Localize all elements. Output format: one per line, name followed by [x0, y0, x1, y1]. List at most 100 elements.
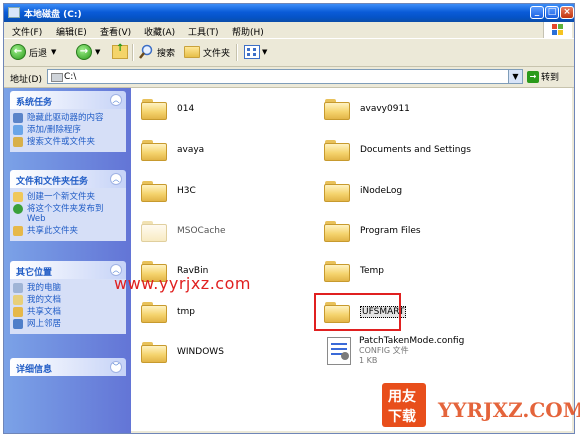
- my-computer-icon: [13, 283, 23, 293]
- folders-button[interactable]: 文件夹: [184, 43, 230, 61]
- menu-favorites[interactable]: 收藏(A): [144, 25, 175, 38]
- forward-button[interactable]: → ▼: [76, 43, 100, 61]
- folder-item[interactable]: 014: [141, 93, 194, 125]
- search-files-icon: [13, 137, 23, 147]
- other-places-header[interactable]: 其它位置 ︿: [10, 261, 126, 279]
- close-button[interactable]: ×: [560, 6, 574, 19]
- task-hide-drive-contents[interactable]: 隐藏此驱动器的内容: [10, 112, 126, 124]
- menu-help[interactable]: 帮助(H): [232, 25, 264, 38]
- task-publish-web[interactable]: 将这个文件夹发布到 Web: [10, 203, 126, 225]
- file-list: 014 avavy0911 avaya Documents and Settin…: [131, 88, 572, 431]
- search-button[interactable]: 搜索: [138, 43, 175, 61]
- folder-item[interactable]: H3C: [141, 175, 196, 207]
- back-button[interactable]: ← 后退 ▼: [10, 43, 56, 61]
- expand-icon[interactable]: ﹀: [110, 361, 122, 373]
- folder-icon: [141, 180, 167, 202]
- title-bar[interactable]: 本地磁盘 (C:) _ □ ×: [4, 4, 574, 22]
- window-title: 本地磁盘 (C:): [24, 10, 82, 20]
- up-folder-button[interactable]: [112, 43, 128, 61]
- task-add-remove-programs[interactable]: 添加/删除程序: [10, 124, 126, 136]
- forward-arrow-icon: →: [76, 44, 92, 60]
- menu-file[interactable]: 文件(F): [12, 25, 42, 38]
- system-tasks-panel: 系统任务 ︿ 隐藏此驱动器的内容 添加/删除程序 搜索文件或文件夹: [10, 91, 126, 152]
- menu-edit[interactable]: 编辑(E): [56, 25, 87, 38]
- task-label: 隐藏此驱动器的内容: [27, 113, 104, 123]
- folder-name: 014: [177, 104, 195, 114]
- windows-logo-icon: [543, 22, 572, 38]
- place-my-documents[interactable]: 我的文档: [10, 294, 126, 306]
- task-pane: 系统任务 ︿ 隐藏此驱动器的内容 添加/删除程序 搜索文件或文件夹 文件和文件夹…: [4, 88, 131, 433]
- folder-item[interactable]: avaya: [141, 134, 204, 166]
- add-remove-icon: [13, 125, 23, 135]
- task-new-folder[interactable]: 创建一个新文件夹: [10, 191, 126, 203]
- folder-icon: [324, 139, 350, 161]
- folder-name: tmp: [177, 307, 196, 317]
- folder-item[interactable]: MSOCache: [141, 215, 226, 247]
- file-folder-tasks-header[interactable]: 文件和文件夹任务 ︿: [10, 170, 126, 188]
- back-dropdown-icon[interactable]: ▼: [51, 48, 56, 56]
- back-label: 后退: [29, 48, 48, 59]
- views-dropdown-icon[interactable]: ▼: [262, 48, 267, 56]
- folder-item[interactable]: tmp: [141, 296, 195, 328]
- file-item[interactable]: PatchTakenMode.config CONFIG 文件 1 KB: [327, 334, 464, 368]
- details-title: 详细信息: [16, 365, 53, 375]
- task-search-files[interactable]: 搜索文件或文件夹: [10, 136, 126, 148]
- forward-dropdown-icon[interactable]: ▼: [95, 48, 100, 56]
- collapse-icon[interactable]: ︿: [110, 173, 122, 185]
- task-label: 将这个文件夹发布到 Web: [27, 204, 104, 224]
- folder-icon: [141, 139, 167, 161]
- place-network[interactable]: 网上邻居: [10, 318, 126, 330]
- my-documents-icon: [13, 295, 23, 305]
- menu-tools[interactable]: 工具(T): [188, 25, 219, 38]
- task-label: 添加/删除程序: [27, 125, 81, 135]
- folder-name: Documents and Settings: [360, 145, 471, 155]
- system-tasks-header[interactable]: 系统任务 ︿: [10, 91, 126, 109]
- maximize-button[interactable]: □: [545, 6, 559, 19]
- folder-item[interactable]: avavy0911: [324, 93, 410, 125]
- folder-item[interactable]: WINDOWS: [141, 336, 224, 368]
- toolbar-separator: [236, 44, 238, 61]
- address-input[interactable]: C:\ ▼: [47, 69, 523, 84]
- place-label: 网上邻居: [27, 319, 62, 329]
- up-folder-icon: [112, 43, 128, 59]
- web-publish-icon: [13, 204, 23, 214]
- back-arrow-icon: ←: [10, 44, 26, 60]
- folder-icon: [141, 301, 167, 323]
- folder-name: avaya: [177, 145, 205, 155]
- folder-name: iNodeLog: [360, 186, 403, 196]
- place-shared-documents[interactable]: 共享文档: [10, 306, 126, 318]
- place-label: 我的文档: [27, 295, 62, 305]
- task-label: 共享此文件夹: [27, 226, 79, 236]
- go-arrow-icon: →: [527, 70, 539, 83]
- views-button[interactable]: ▼: [244, 43, 267, 61]
- folder-item[interactable]: iNodeLog: [324, 175, 402, 207]
- highlight-box: [314, 293, 401, 331]
- folders-icon: [184, 46, 200, 58]
- toolbar: ← 后退 ▼ → ▼ 搜索 文件夹: [4, 39, 574, 67]
- folder-name: MSOCache: [177, 226, 226, 236]
- address-dropdown-icon[interactable]: ▼: [508, 70, 522, 83]
- address-bar: 地址(D) C:\ ▼ → 转到: [4, 67, 574, 88]
- search-label: 搜索: [157, 48, 176, 59]
- go-button[interactable]: → 转到: [527, 70, 559, 83]
- folder-item[interactable]: Program Files: [324, 215, 421, 247]
- place-my-computer[interactable]: 我的电脑: [10, 282, 126, 294]
- address-label: 地址(D): [10, 75, 42, 85]
- place-label: 共享文档: [27, 307, 62, 317]
- collapse-icon[interactable]: ︿: [110, 94, 122, 106]
- logo-top-text: 用友: [388, 389, 416, 405]
- minimize-button[interactable]: _: [530, 6, 544, 19]
- logo-watermark: 用友 下载: [382, 383, 426, 427]
- folders-label: 文件夹: [203, 48, 231, 59]
- task-share-folder[interactable]: 共享此文件夹: [10, 225, 126, 237]
- menu-view[interactable]: 查看(V): [100, 25, 131, 38]
- hide-contents-icon: [13, 113, 23, 123]
- folder-item[interactable]: Documents and Settings: [324, 134, 471, 166]
- views-icon: [244, 45, 260, 59]
- file-folder-tasks-title: 文件和文件夹任务: [16, 177, 89, 187]
- folder-item[interactable]: Temp: [324, 255, 384, 287]
- logo-bottom-text: 下载: [388, 409, 416, 425]
- system-tasks-title: 系统任务: [16, 98, 53, 108]
- menu-bar: 文件(F) 编辑(E) 查看(V) 收藏(A) 工具(T) 帮助(H): [4, 22, 574, 39]
- details-header[interactable]: 详细信息 ﹀: [10, 358, 126, 376]
